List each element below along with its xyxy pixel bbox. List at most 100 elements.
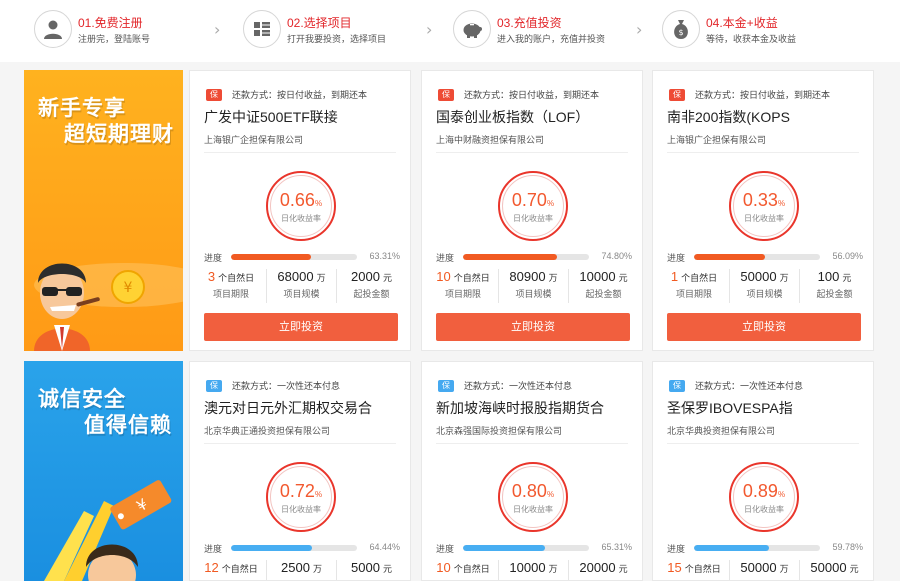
progress-label: 进度 <box>436 544 455 554</box>
term-label: 项目期限 <box>444 289 481 299</box>
grid-list-icon <box>243 10 281 48</box>
term-value: 1 <box>670 269 679 284</box>
min-value: 5000 <box>351 560 380 575</box>
repay-method: 还款方式：按日付收益，到期还本 <box>464 90 600 100</box>
scale-value: 50000 <box>740 560 777 575</box>
money-bag-icon: $ <box>662 10 700 48</box>
repay-method: 还款方式：一次性还本付息 <box>232 381 341 391</box>
min-label: 起投金额 <box>585 289 622 299</box>
term-value: 15 <box>667 560 682 575</box>
product-card[interactable]: 保 还款方式：一次性还本付息 新加坡海峡时报股指期货合 北京森强国际投资担保有限… <box>421 361 643 581</box>
term-label: 项目期限 <box>675 289 712 299</box>
term-value: 3 <box>207 269 216 284</box>
rate-ring: 0.80% 日化收益率 <box>498 462 568 532</box>
product-card[interactable]: 保 还款方式：按日付收益，到期还本 南非200指数(KOPS 上海银广企担保有限… <box>652 70 874 351</box>
step-title: 01.免费注册 <box>78 16 143 30</box>
rate-ring: 0.66% 日化收益率 <box>266 171 336 241</box>
novice-banner[interactable]: 新手专享 超短期理财 ¥ <box>24 70 183 351</box>
progress-label: 进度 <box>204 544 223 554</box>
progress-bar <box>694 254 820 260</box>
banner-line2: 值得信赖 <box>84 413 172 437</box>
term-value: 10 <box>436 269 451 284</box>
rate-label: 日化收益率 <box>744 505 784 514</box>
daily-rate: 0.80% <box>511 481 555 501</box>
invest-now-button[interactable]: 立即投资 <box>436 313 630 341</box>
rate-ring: 0.72% 日化收益率 <box>266 462 336 532</box>
divider <box>667 152 859 153</box>
product-name[interactable]: 国泰创业板指数（LOF） <box>436 107 589 127</box>
progress-percent: 63.31% <box>369 251 400 261</box>
chevron-right-icon: › <box>214 20 221 39</box>
repay-method: 还款方式：一次性还本付息 <box>464 381 573 391</box>
guarantee-badge: 保 <box>206 89 222 101</box>
chevron-right-icon: › <box>636 20 643 39</box>
guarantee-badge: 保 <box>438 380 454 392</box>
progress-label: 进度 <box>667 253 686 263</box>
guarantor-name: 上海银广企担保有限公司 <box>204 135 304 145</box>
guarantor-name: 上海中财融资担保有限公司 <box>436 135 545 145</box>
product-name[interactable]: 新加坡海峡时报股指期货合 <box>436 398 604 418</box>
scale-value: 68000 <box>277 269 314 284</box>
divider <box>204 443 396 444</box>
divider <box>667 443 859 444</box>
divider <box>436 152 628 153</box>
rate-label: 日化收益率 <box>513 505 553 514</box>
daily-rate: 0.33% <box>742 190 786 210</box>
guarantee-badge: 保 <box>669 380 685 392</box>
daily-rate: 0.66% <box>279 190 323 210</box>
scale-value: 10000 <box>509 560 546 575</box>
min-value: 50000 <box>810 560 847 575</box>
step-desc: 等待，收获本金及收益 <box>706 34 797 44</box>
steps-bar: 01.免费注册 注册完，登陆账号 › 02.选择项目 打开我要投资，选择项目 ›… <box>0 0 900 62</box>
daily-rate: 0.89% <box>742 481 786 501</box>
product-card[interactable]: 保 还款方式：按日付收益，到期还本 广发中证500ETF联接 上海银广企担保有限… <box>189 70 411 351</box>
progress-percent: 65.31% <box>601 542 632 552</box>
rate-label: 日化收益率 <box>281 214 321 223</box>
min-value: 2000 <box>351 269 380 284</box>
repay-method: 还款方式：一次性还本付息 <box>695 381 804 391</box>
progress-percent: 74.80% <box>601 251 632 261</box>
progress-label: 进度 <box>667 544 686 554</box>
svg-text:$: $ <box>678 28 683 37</box>
step-desc: 进入我的账户，充值并投资 <box>497 34 606 44</box>
product-name[interactable]: 广发中证500ETF联接 <box>204 107 338 127</box>
product-name[interactable]: 圣保罗IBOVESPA指 <box>667 398 793 418</box>
min-label: 起投金额 <box>816 289 853 299</box>
scale-value: 80900 <box>509 269 546 284</box>
guarantee-badge: 保 <box>206 380 222 392</box>
progress-label: 进度 <box>204 253 223 263</box>
product-name[interactable]: 澳元对日元外汇期权交易合 <box>204 398 372 418</box>
divider <box>436 443 628 444</box>
svg-text:¥: ¥ <box>124 280 133 296</box>
rate-ring: 0.33% 日化收益率 <box>729 171 799 241</box>
product-stats: 12个自然日项目期限 2500万项目规模 5000元起投金额 <box>196 560 406 580</box>
min-label: 起投金额 <box>353 289 390 299</box>
repay-method: 还款方式：按日付收益，到期还本 <box>232 90 368 100</box>
businessman-illustration: ¥ <box>34 263 183 351</box>
scale-label: 项目规模 <box>746 289 783 299</box>
term-value: 12 <box>204 560 219 575</box>
product-stats: 10个自然日项目期限 10000万项目规模 20000元起投金额 <box>428 560 638 580</box>
progress-bar <box>231 254 357 260</box>
scale-value: 50000 <box>740 269 777 284</box>
product-card[interactable]: 保 还款方式：按日付收益，到期还本 国泰创业板指数（LOF） 上海中财融资担保有… <box>421 70 643 351</box>
product-card[interactable]: 保 还款方式：一次性还本付息 圣保罗IBOVESPA指 北京华典投资担保有限公司… <box>652 361 874 581</box>
user-icon <box>34 10 72 48</box>
guarantor-name: 北京森强国际投资担保有限公司 <box>436 426 563 436</box>
guarantor-name: 北京华典投资担保有限公司 <box>667 426 776 436</box>
step-title: 03.充值投资 <box>497 16 562 30</box>
scale-label: 项目规模 <box>283 289 320 299</box>
daily-rate: 0.72% <box>279 481 323 501</box>
progress-percent: 64.44% <box>369 542 400 552</box>
product-name[interactable]: 南非200指数(KOPS <box>667 107 790 127</box>
divider <box>204 152 396 153</box>
progress-percent: 59.78% <box>832 542 863 552</box>
invest-now-button[interactable]: 立即投资 <box>667 313 861 341</box>
rate-label: 日化收益率 <box>513 214 553 223</box>
invest-now-button[interactable]: 立即投资 <box>204 313 398 341</box>
product-stats: 15个自然日项目期限 50000万项目规模 50000元起投金额 <box>659 560 869 580</box>
product-card[interactable]: 保 还款方式：一次性还本付息 澳元对日元外汇期权交易合 北京华典正通投资担保有限… <box>189 361 411 581</box>
trust-banner[interactable]: 诚信安全 值得信赖 ¥ <box>24 361 183 581</box>
piggy-bank-icon <box>453 10 491 48</box>
price-tag-illustration: ¥ <box>44 480 172 581</box>
